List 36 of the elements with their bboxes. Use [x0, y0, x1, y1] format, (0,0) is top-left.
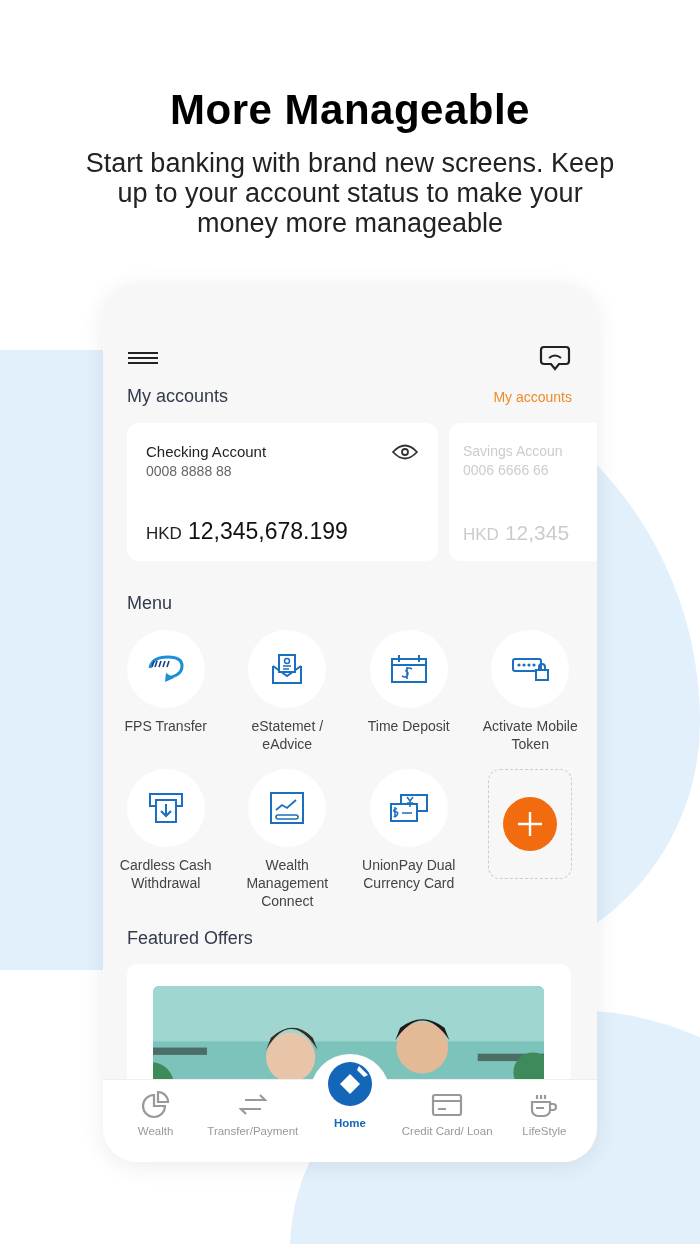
chart-icon: [269, 791, 306, 825]
menu-item-label: Cardless Cash Withdrawal: [118, 856, 213, 892]
menu-item-label: eStatemet / eAdvice: [250, 717, 325, 753]
menu-item-label: FPS Transfer: [123, 717, 208, 735]
calendar-icon: [389, 654, 428, 684]
section-title: My accounts: [127, 386, 229, 407]
password-lock-icon: [511, 656, 550, 682]
atm-icon: [147, 792, 184, 824]
section-title: Featured Offers: [127, 928, 254, 949]
menu-item-label: UnionPay Dual Currency Card: [361, 856, 457, 892]
add-tile[interactable]: [488, 769, 573, 879]
chat-icon[interactable]: [539, 344, 571, 372]
menu-item-label: Activate Mobile Token: [481, 717, 579, 753]
my-accounts-link[interactable]: My accounts: [493, 389, 572, 405]
menu-item-label: Time Deposit: [366, 717, 451, 735]
headline: More Manageable: [170, 86, 530, 134]
section-title: Menu: [127, 593, 174, 614]
nav-tab[interactable]: Credit Card/ Loan: [399, 1080, 496, 1137]
account-number: 0008 8888 88: [146, 463, 233, 479]
account-card[interactable]: Checking Account 0008 8888 88 HKD 12,345,678.199: [127, 423, 438, 561]
pie-chart-icon: [139, 1090, 172, 1120]
plus-icon: [516, 810, 545, 838]
menu-icon[interactable]: [127, 351, 159, 365]
currency: HKD: [146, 524, 182, 544]
nav-tab[interactable]: LifeStyle: [496, 1080, 593, 1137]
eye-icon[interactable]: [392, 443, 418, 460]
nav-tab[interactable]: Wealth: [107, 1080, 204, 1137]
account-name: Checking Account: [146, 443, 267, 460]
envelope-icon: [270, 652, 305, 686]
cards-icon: [388, 793, 429, 823]
nav-tab[interactable]: Transfer/Payment: [204, 1080, 301, 1137]
subtitle: Start banking with brand new screens. Keep up to your account status to make your money more manageable: [84, 148, 616, 238]
bank-logo-icon: [325, 1060, 374, 1108]
menu-item-label: Wealth Management Connect: [245, 856, 330, 910]
balance: 12,345,678.199: [187, 518, 348, 545]
add-button[interactable]: [503, 797, 558, 851]
